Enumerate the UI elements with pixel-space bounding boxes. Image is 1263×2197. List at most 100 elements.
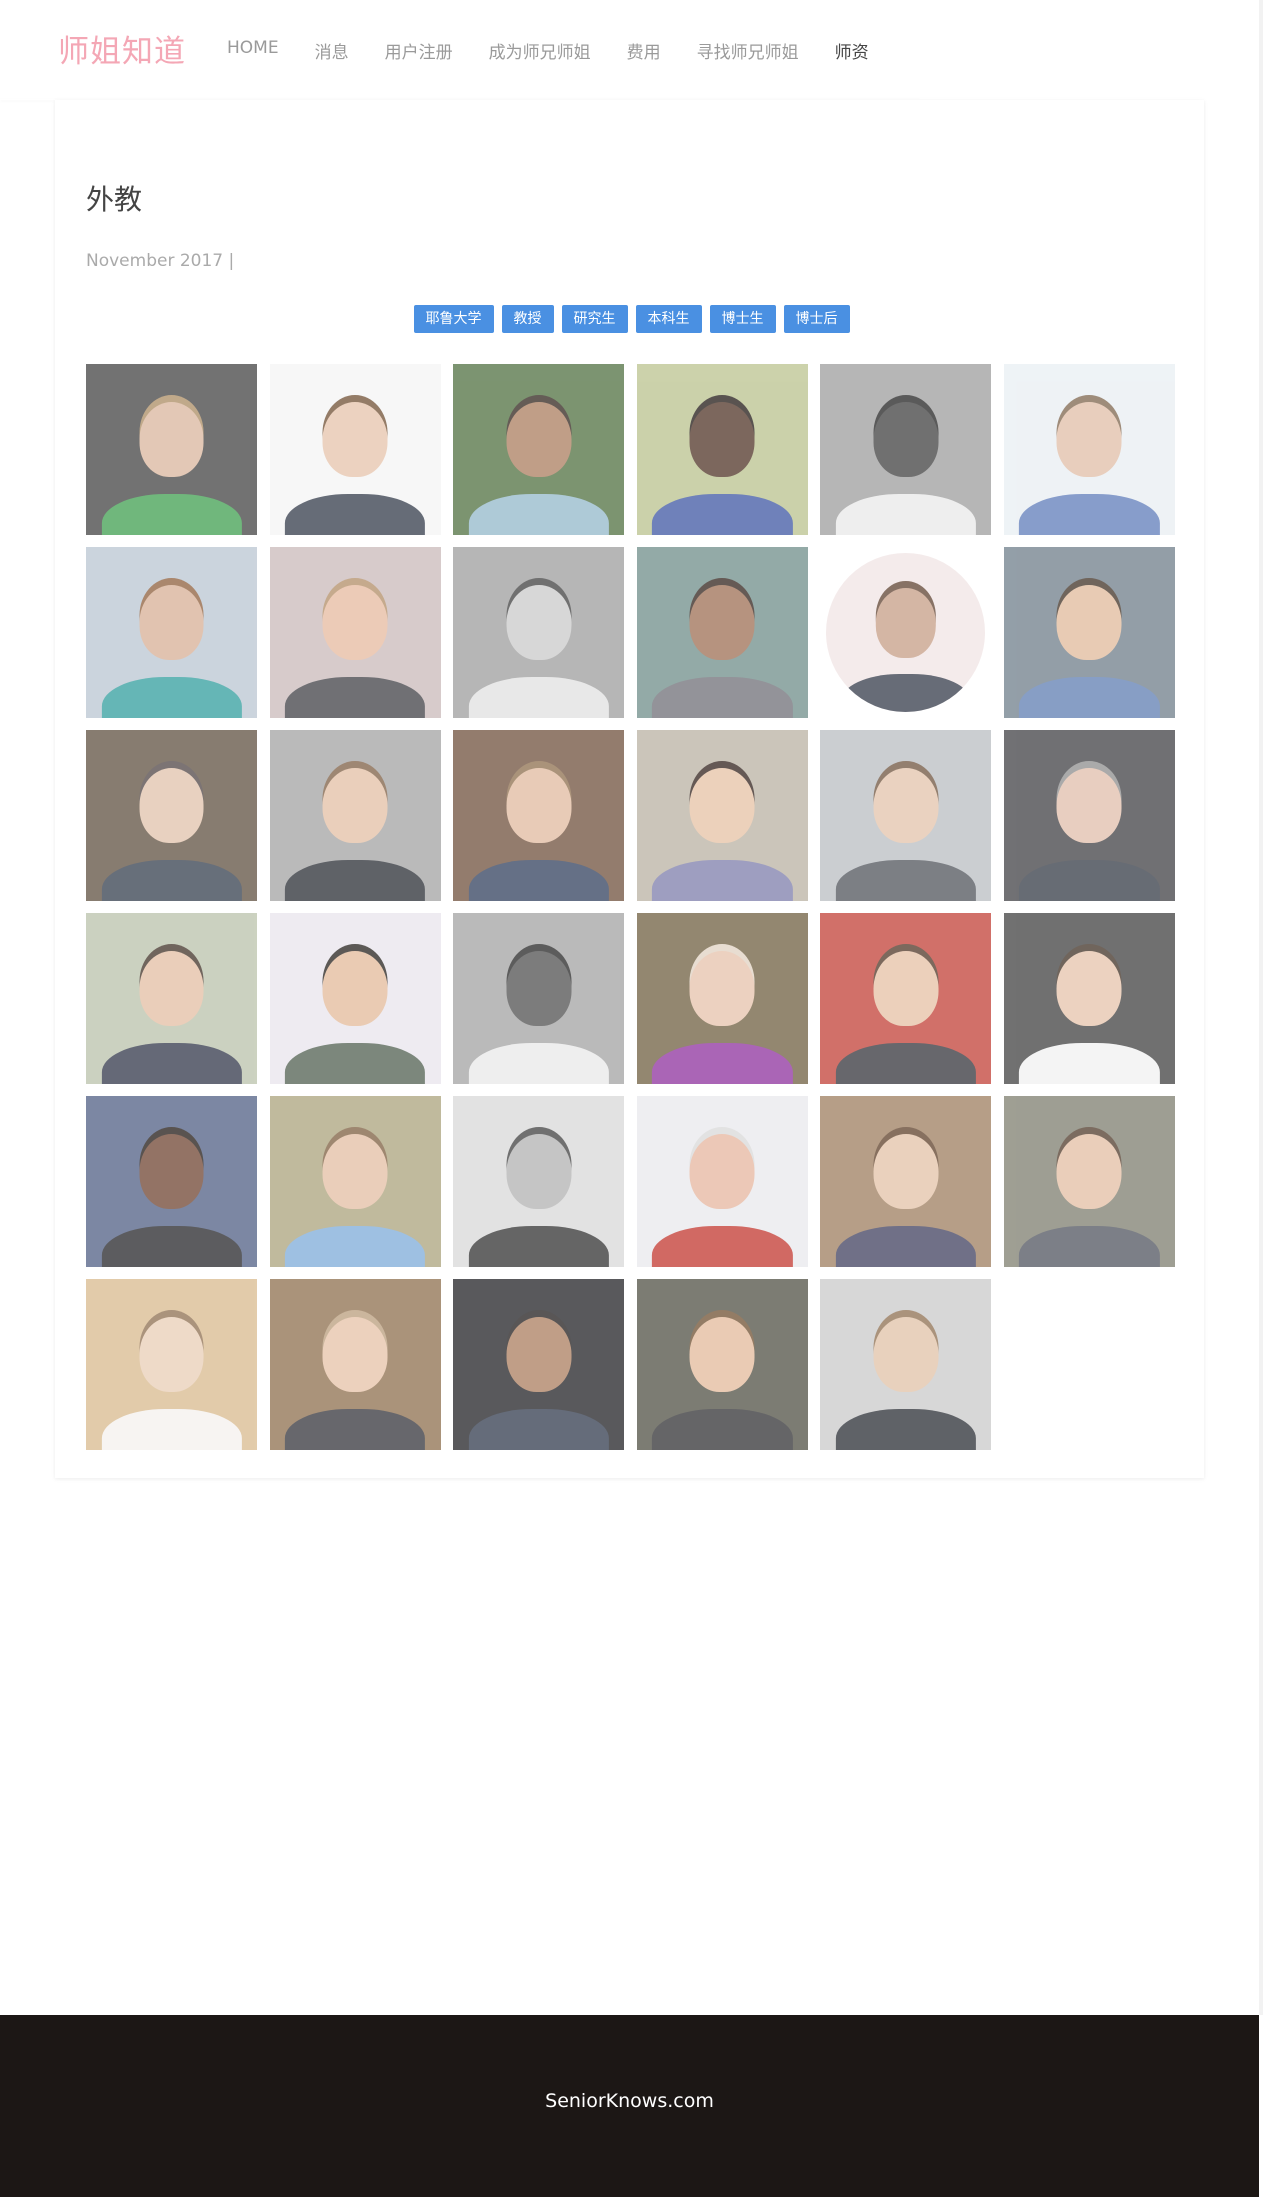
faculty-photo[interactable]: [1003, 1096, 1175, 1267]
portrait-body: [468, 1042, 609, 1084]
faculty-photo[interactable]: [636, 730, 808, 901]
portrait-head: [506, 767, 572, 843]
portrait-head: [689, 401, 755, 477]
site-logo[interactable]: 师姐知道: [58, 26, 186, 71]
portrait-body: [835, 1408, 976, 1450]
portrait-head: [1056, 1133, 1122, 1209]
portrait-body: [101, 1225, 242, 1267]
portrait-body: [284, 1042, 426, 1084]
faculty-photo[interactable]: [1003, 913, 1175, 1084]
portrait-head: [139, 401, 204, 477]
main-nav: HOME 消息 用户注册 成为师兄师姐 费用 寻找师兄师姐 师资: [227, 38, 905, 63]
nav-item-fees[interactable]: 费用: [627, 38, 661, 63]
portrait-head: [689, 584, 755, 660]
portrait-body: [284, 1225, 426, 1267]
portrait-head: [139, 950, 204, 1026]
portrait-head: [1056, 401, 1122, 477]
portrait-body: [1019, 676, 1160, 718]
faculty-photo[interactable]: [453, 1096, 625, 1267]
photo-round-frame: [826, 553, 986, 712]
portrait-head: [139, 1133, 204, 1209]
faculty-photo[interactable]: [820, 730, 992, 901]
portrait-body: [101, 493, 242, 535]
faculty-photo[interactable]: [1003, 547, 1175, 718]
portrait-body: [468, 493, 609, 535]
faculty-photo[interactable]: [269, 730, 441, 901]
post-title: 外教: [86, 183, 143, 216]
faculty-photo[interactable]: [453, 1279, 625, 1450]
portrait-head: [873, 950, 939, 1026]
faculty-photo[interactable]: [820, 547, 992, 718]
faculty-photo[interactable]: [86, 1279, 257, 1450]
tag-postdoc[interactable]: 博士后: [783, 305, 850, 333]
faculty-photo[interactable]: [820, 1096, 992, 1267]
nav-item-news[interactable]: 消息: [315, 38, 349, 63]
faculty-photo[interactable]: [1003, 364, 1175, 535]
portrait-body: [101, 859, 242, 901]
portrait-body: [468, 1408, 609, 1450]
nav-item-become-mentor[interactable]: 成为师兄师姐: [489, 38, 591, 63]
portrait-body: [101, 1042, 242, 1084]
faculty-photo[interactable]: [820, 1279, 992, 1450]
tag-professor[interactable]: 教授: [501, 305, 554, 333]
faculty-photo[interactable]: [269, 1096, 441, 1267]
faculty-photo[interactable]: [1003, 730, 1175, 901]
tag-list: 耶鲁大学 教授 研究生 本科生 博士生 博士后: [0, 305, 1263, 333]
tag-graduate[interactable]: 研究生: [561, 305, 628, 333]
faculty-photo[interactable]: [636, 913, 808, 1084]
faculty-photo[interactable]: [453, 364, 625, 535]
faculty-photo[interactable]: [453, 913, 625, 1084]
post-meta: November 2017 |: [86, 251, 235, 271]
portrait-head: [322, 1133, 388, 1209]
portrait-body: [468, 676, 609, 718]
portrait-body: [652, 1408, 793, 1450]
faculty-photo[interactable]: [86, 364, 257, 535]
portrait-head: [322, 950, 388, 1026]
portrait-head: [875, 587, 937, 658]
portrait-body: [652, 493, 793, 535]
portrait-body: [1019, 493, 1160, 535]
portrait-head: [873, 1316, 939, 1392]
portrait-head: [506, 584, 572, 660]
faculty-photo[interactable]: [453, 547, 625, 718]
tag-undergraduate[interactable]: 本科生: [635, 305, 702, 333]
portrait-head: [506, 950, 572, 1026]
faculty-photo[interactable]: [86, 913, 257, 1084]
portrait-body: [1019, 1225, 1160, 1267]
footer-site-name[interactable]: SeniorKnows.com: [0, 2090, 1259, 2112]
portrait-head: [873, 401, 939, 477]
nav-item-faculty[interactable]: 师资: [835, 38, 869, 63]
faculty-photo[interactable]: [820, 364, 992, 535]
tag-phd-student[interactable]: 博士生: [709, 305, 776, 333]
portrait-body: [101, 1408, 242, 1450]
faculty-photo[interactable]: [269, 547, 441, 718]
portrait-head: [1056, 767, 1122, 843]
portrait-head: [506, 401, 572, 477]
nav-item-register[interactable]: 用户注册: [385, 38, 453, 63]
portrait-body: [835, 1042, 976, 1084]
faculty-photo[interactable]: [636, 1096, 808, 1267]
faculty-photo[interactable]: [636, 547, 808, 718]
faculty-photo[interactable]: [636, 1279, 808, 1450]
portrait-body: [840, 673, 972, 712]
portrait-head: [139, 1316, 204, 1392]
portrait-head: [873, 767, 939, 843]
faculty-photo[interactable]: [269, 364, 441, 535]
nav-item-find-mentor[interactable]: 寻找师兄师姐: [697, 38, 799, 63]
faculty-photo[interactable]: [453, 730, 625, 901]
faculty-photo[interactable]: [636, 364, 808, 535]
faculty-photo-grid: [86, 364, 1176, 1450]
nav-item-home[interactable]: HOME: [227, 38, 279, 63]
portrait-body: [284, 676, 426, 718]
faculty-photo[interactable]: [86, 730, 257, 901]
faculty-photo[interactable]: [269, 913, 441, 1084]
faculty-photo[interactable]: [86, 1096, 257, 1267]
page-scrollbar[interactable]: [1259, 0, 1263, 2015]
faculty-photo[interactable]: [269, 1279, 441, 1450]
faculty-photo[interactable]: [86, 547, 257, 718]
portrait-head: [139, 584, 204, 660]
tag-yale[interactable]: 耶鲁大学: [413, 305, 494, 333]
portrait-body: [468, 1225, 609, 1267]
faculty-photo[interactable]: [820, 913, 992, 1084]
portrait-body: [652, 1225, 793, 1267]
